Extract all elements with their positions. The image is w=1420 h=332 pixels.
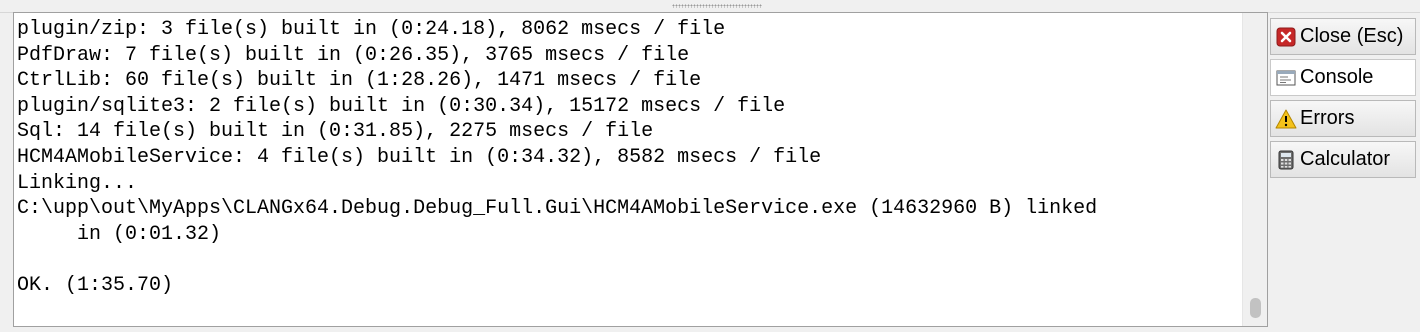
warning-icon <box>1275 108 1297 130</box>
scrollbar-thumb[interactable] <box>1250 298 1261 318</box>
tab-console[interactable]: Console <box>1270 59 1416 96</box>
tab-errors-label: Errors <box>1300 107 1355 129</box>
tab-calculator[interactable]: Calculator <box>1270 141 1416 178</box>
splitter-grip[interactable] <box>672 4 762 8</box>
console-icon <box>1275 67 1297 89</box>
tab-calculator-label: Calculator <box>1300 148 1391 170</box>
close-button[interactable]: Close (Esc) <box>1270 18 1416 55</box>
calculator-icon <box>1275 149 1297 171</box>
bottom-panel-tabs: Close (Esc) Console Errors Calculator <box>1270 12 1420 332</box>
console-output-panel[interactable]: plugin/zip: 3 file(s) built in (0:24.18)… <box>13 12 1268 327</box>
close-x-icon <box>1275 26 1297 48</box>
console-text: plugin/zip: 3 file(s) built in (0:24.18)… <box>17 18 1098 297</box>
console-scrollbar[interactable] <box>1242 13 1267 326</box>
tab-errors[interactable]: Errors <box>1270 100 1416 137</box>
close-button-label: Close (Esc) <box>1300 25 1404 47</box>
tab-console-label: Console <box>1300 66 1374 88</box>
